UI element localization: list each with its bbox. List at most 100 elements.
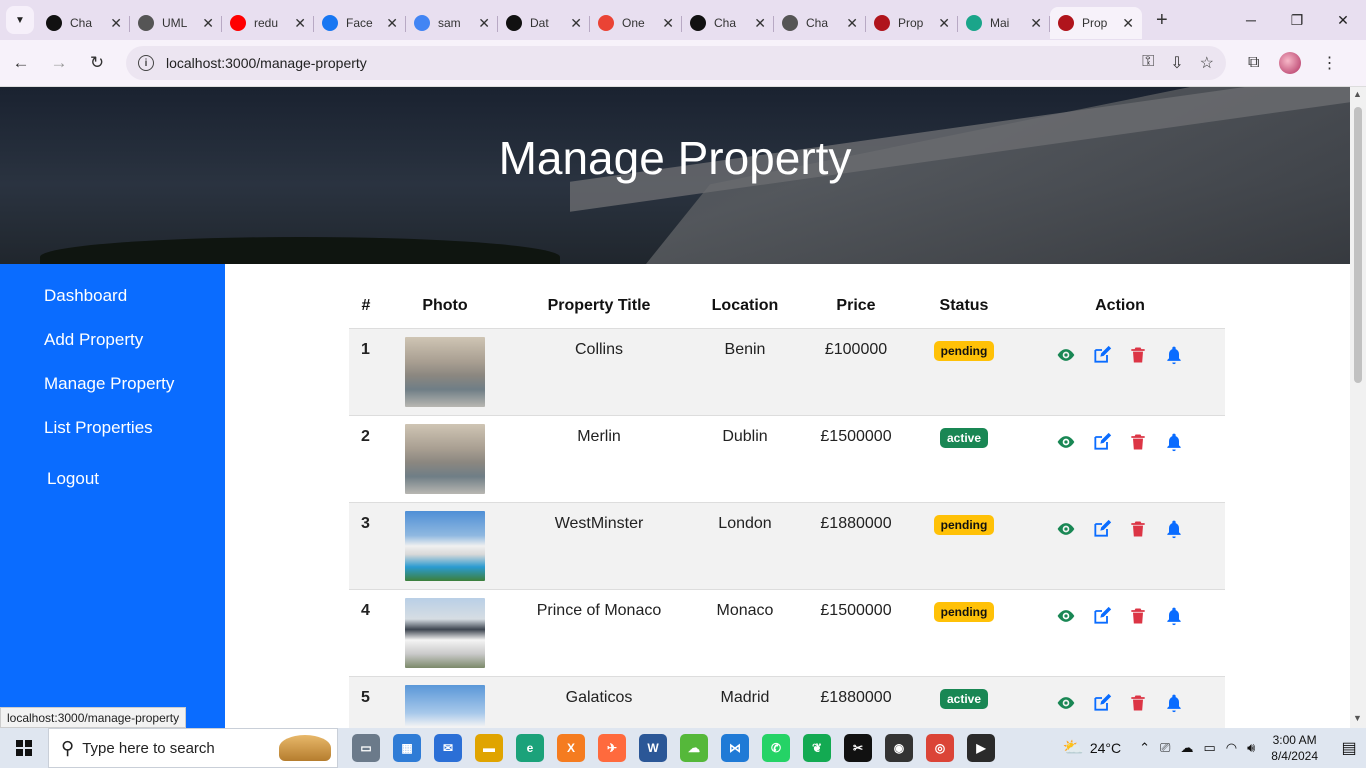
- meet-now-icon[interactable]: ⎚: [1160, 740, 1170, 756]
- sidebar-item-logout[interactable]: Logout: [47, 469, 99, 489]
- page-scrollbar[interactable]: ▲ ▼: [1350, 87, 1366, 728]
- edit-icon[interactable]: [1092, 606, 1112, 626]
- browser-tab[interactable]: Prop ✕: [1050, 7, 1142, 39]
- word-icon[interactable]: W: [639, 734, 667, 762]
- wifi-icon[interactable]: ◠: [1226, 740, 1237, 756]
- extensions-icon[interactable]: ⧉: [1248, 54, 1259, 72]
- browser-tab[interactable]: Cha ✕: [682, 7, 774, 39]
- close-tab-icon[interactable]: ✕: [662, 15, 674, 32]
- notify-bell-icon[interactable]: [1164, 606, 1184, 626]
- view-icon[interactable]: [1056, 345, 1076, 365]
- forward-icon[interactable]: →: [42, 46, 76, 80]
- taskbar-search-box[interactable]: ⚲ Type here to search: [48, 728, 338, 768]
- xampp-icon[interactable]: X: [557, 734, 585, 762]
- close-tab-icon[interactable]: ✕: [570, 15, 582, 32]
- browser-tab[interactable]: Mai ✕: [958, 7, 1050, 39]
- mongodb-compass-icon[interactable]: ❦: [803, 734, 831, 762]
- task-view-icon[interactable]: ▭: [352, 734, 380, 762]
- close-tab-icon[interactable]: ✕: [1030, 15, 1042, 32]
- tab-search-button[interactable]: ▼: [6, 6, 34, 34]
- close-tab-icon[interactable]: ✕: [386, 15, 398, 32]
- microsoft-store-icon[interactable]: ▦: [393, 734, 421, 762]
- browser-tab[interactable]: Prop ✕: [866, 7, 958, 39]
- delete-icon[interactable]: [1128, 432, 1148, 452]
- install-app-icon[interactable]: ⇩: [1170, 53, 1183, 73]
- delete-icon[interactable]: [1128, 345, 1148, 365]
- notify-bell-icon[interactable]: [1164, 519, 1184, 539]
- battery-icon[interactable]: ▭: [1203, 740, 1215, 756]
- browser-tab[interactable]: Dat ✕: [498, 7, 590, 39]
- scrollbar-thumb[interactable]: [1354, 107, 1362, 383]
- capcut-icon[interactable]: ✂: [844, 734, 872, 762]
- edge-icon[interactable]: e: [516, 734, 544, 762]
- close-tab-icon[interactable]: ✕: [1122, 15, 1134, 32]
- browser-tab[interactable]: Face ✕: [314, 7, 406, 39]
- close-tab-icon[interactable]: ✕: [846, 15, 858, 32]
- cloud-app-icon[interactable]: ☁: [680, 734, 708, 762]
- view-icon[interactable]: [1056, 606, 1076, 626]
- notify-bell-icon[interactable]: [1164, 693, 1184, 713]
- sidebar-item-dashboard[interactable]: Dashboard: [44, 286, 127, 306]
- taskbar-clock[interactable]: 3:00 AM 8/4/2024: [1271, 732, 1318, 764]
- close-tab-icon[interactable]: ✕: [754, 15, 766, 32]
- sidebar-item-add-property[interactable]: Add Property: [44, 330, 143, 350]
- edit-icon[interactable]: [1092, 693, 1112, 713]
- property-title: Prince of Monaco: [507, 589, 691, 677]
- delete-icon[interactable]: [1128, 606, 1148, 626]
- view-icon[interactable]: [1056, 432, 1076, 452]
- delete-icon[interactable]: [1128, 519, 1148, 539]
- profile-avatar[interactable]: [1279, 52, 1302, 74]
- notification-center-icon[interactable]: ▤: [1332, 738, 1366, 758]
- obs-icon[interactable]: ◉: [885, 734, 913, 762]
- reload-icon[interactable]: ↻: [80, 46, 114, 80]
- edit-icon[interactable]: [1092, 519, 1112, 539]
- sidebar-item-manage-property[interactable]: Manage Property: [44, 374, 174, 394]
- view-icon[interactable]: [1056, 693, 1076, 713]
- browser-tab[interactable]: Cha ✕: [774, 7, 866, 39]
- weather-cloud-icon: ⛅: [1062, 738, 1084, 757]
- postman-icon[interactable]: ✈: [598, 734, 626, 762]
- bookmark-star-icon[interactable]: ☆: [1200, 53, 1214, 73]
- password-key-icon[interactable]: ⚿: [1142, 53, 1154, 73]
- browser-tab[interactable]: One ✕: [590, 7, 682, 39]
- restore-icon[interactable]: ❐: [1274, 0, 1320, 40]
- address-bar[interactable]: i localhost:3000/manage-property ⚿ ⇩ ☆: [126, 46, 1226, 80]
- start-button[interactable]: [0, 728, 48, 768]
- notify-bell-icon[interactable]: [1164, 345, 1184, 365]
- site-info-icon[interactable]: i: [138, 55, 154, 71]
- close-tab-icon[interactable]: ✕: [110, 15, 122, 32]
- close-tab-icon[interactable]: ✕: [938, 15, 950, 32]
- new-tab-button[interactable]: +: [1156, 9, 1168, 32]
- browser-tab[interactable]: Cha ✕: [38, 7, 130, 39]
- edit-icon[interactable]: [1092, 345, 1112, 365]
- chrome-icon[interactable]: ◎: [926, 734, 954, 762]
- url-text[interactable]: localhost:3000/manage-property: [166, 55, 1142, 71]
- close-window-icon[interactable]: ✕: [1320, 0, 1366, 40]
- close-tab-icon[interactable]: ✕: [202, 15, 214, 32]
- volume-icon[interactable]: 🔊︎: [1247, 740, 1255, 756]
- media-player-icon[interactable]: ▶: [967, 734, 995, 762]
- close-tab-icon[interactable]: ✕: [294, 15, 306, 32]
- close-tab-icon[interactable]: ✕: [478, 15, 490, 32]
- whatsapp-icon[interactable]: ✆: [762, 734, 790, 762]
- tray-overflow-icon[interactable]: ⌃: [1139, 740, 1150, 756]
- weather-widget[interactable]: ⛅ 24°C: [1063, 738, 1121, 758]
- scroll-up-icon[interactable]: ▲: [1353, 89, 1362, 99]
- file-explorer-icon[interactable]: ▬: [475, 734, 503, 762]
- vscode-icon[interactable]: ⋈: [721, 734, 749, 762]
- browser-tab[interactable]: UML ✕: [130, 7, 222, 39]
- delete-icon[interactable]: [1128, 693, 1148, 713]
- edit-icon[interactable]: [1092, 432, 1112, 452]
- sidebar-item-list-properties[interactable]: List Properties: [44, 418, 153, 438]
- mail-app-icon[interactable]: ✉: [434, 734, 462, 762]
- browser-tab[interactable]: sam ✕: [406, 7, 498, 39]
- browser-tab[interactable]: redu ✕: [222, 7, 314, 39]
- onedrive-icon[interactable]: ☁: [1180, 740, 1193, 756]
- notify-bell-icon[interactable]: [1164, 432, 1184, 452]
- view-icon[interactable]: [1056, 519, 1076, 539]
- status-badge: pending: [933, 340, 995, 361]
- menu-kebab-icon[interactable]: ⋮: [1321, 53, 1337, 73]
- scroll-down-icon[interactable]: ▼: [1353, 713, 1362, 723]
- minimize-icon[interactable]: ─: [1228, 0, 1274, 40]
- back-icon[interactable]: ←: [4, 46, 38, 80]
